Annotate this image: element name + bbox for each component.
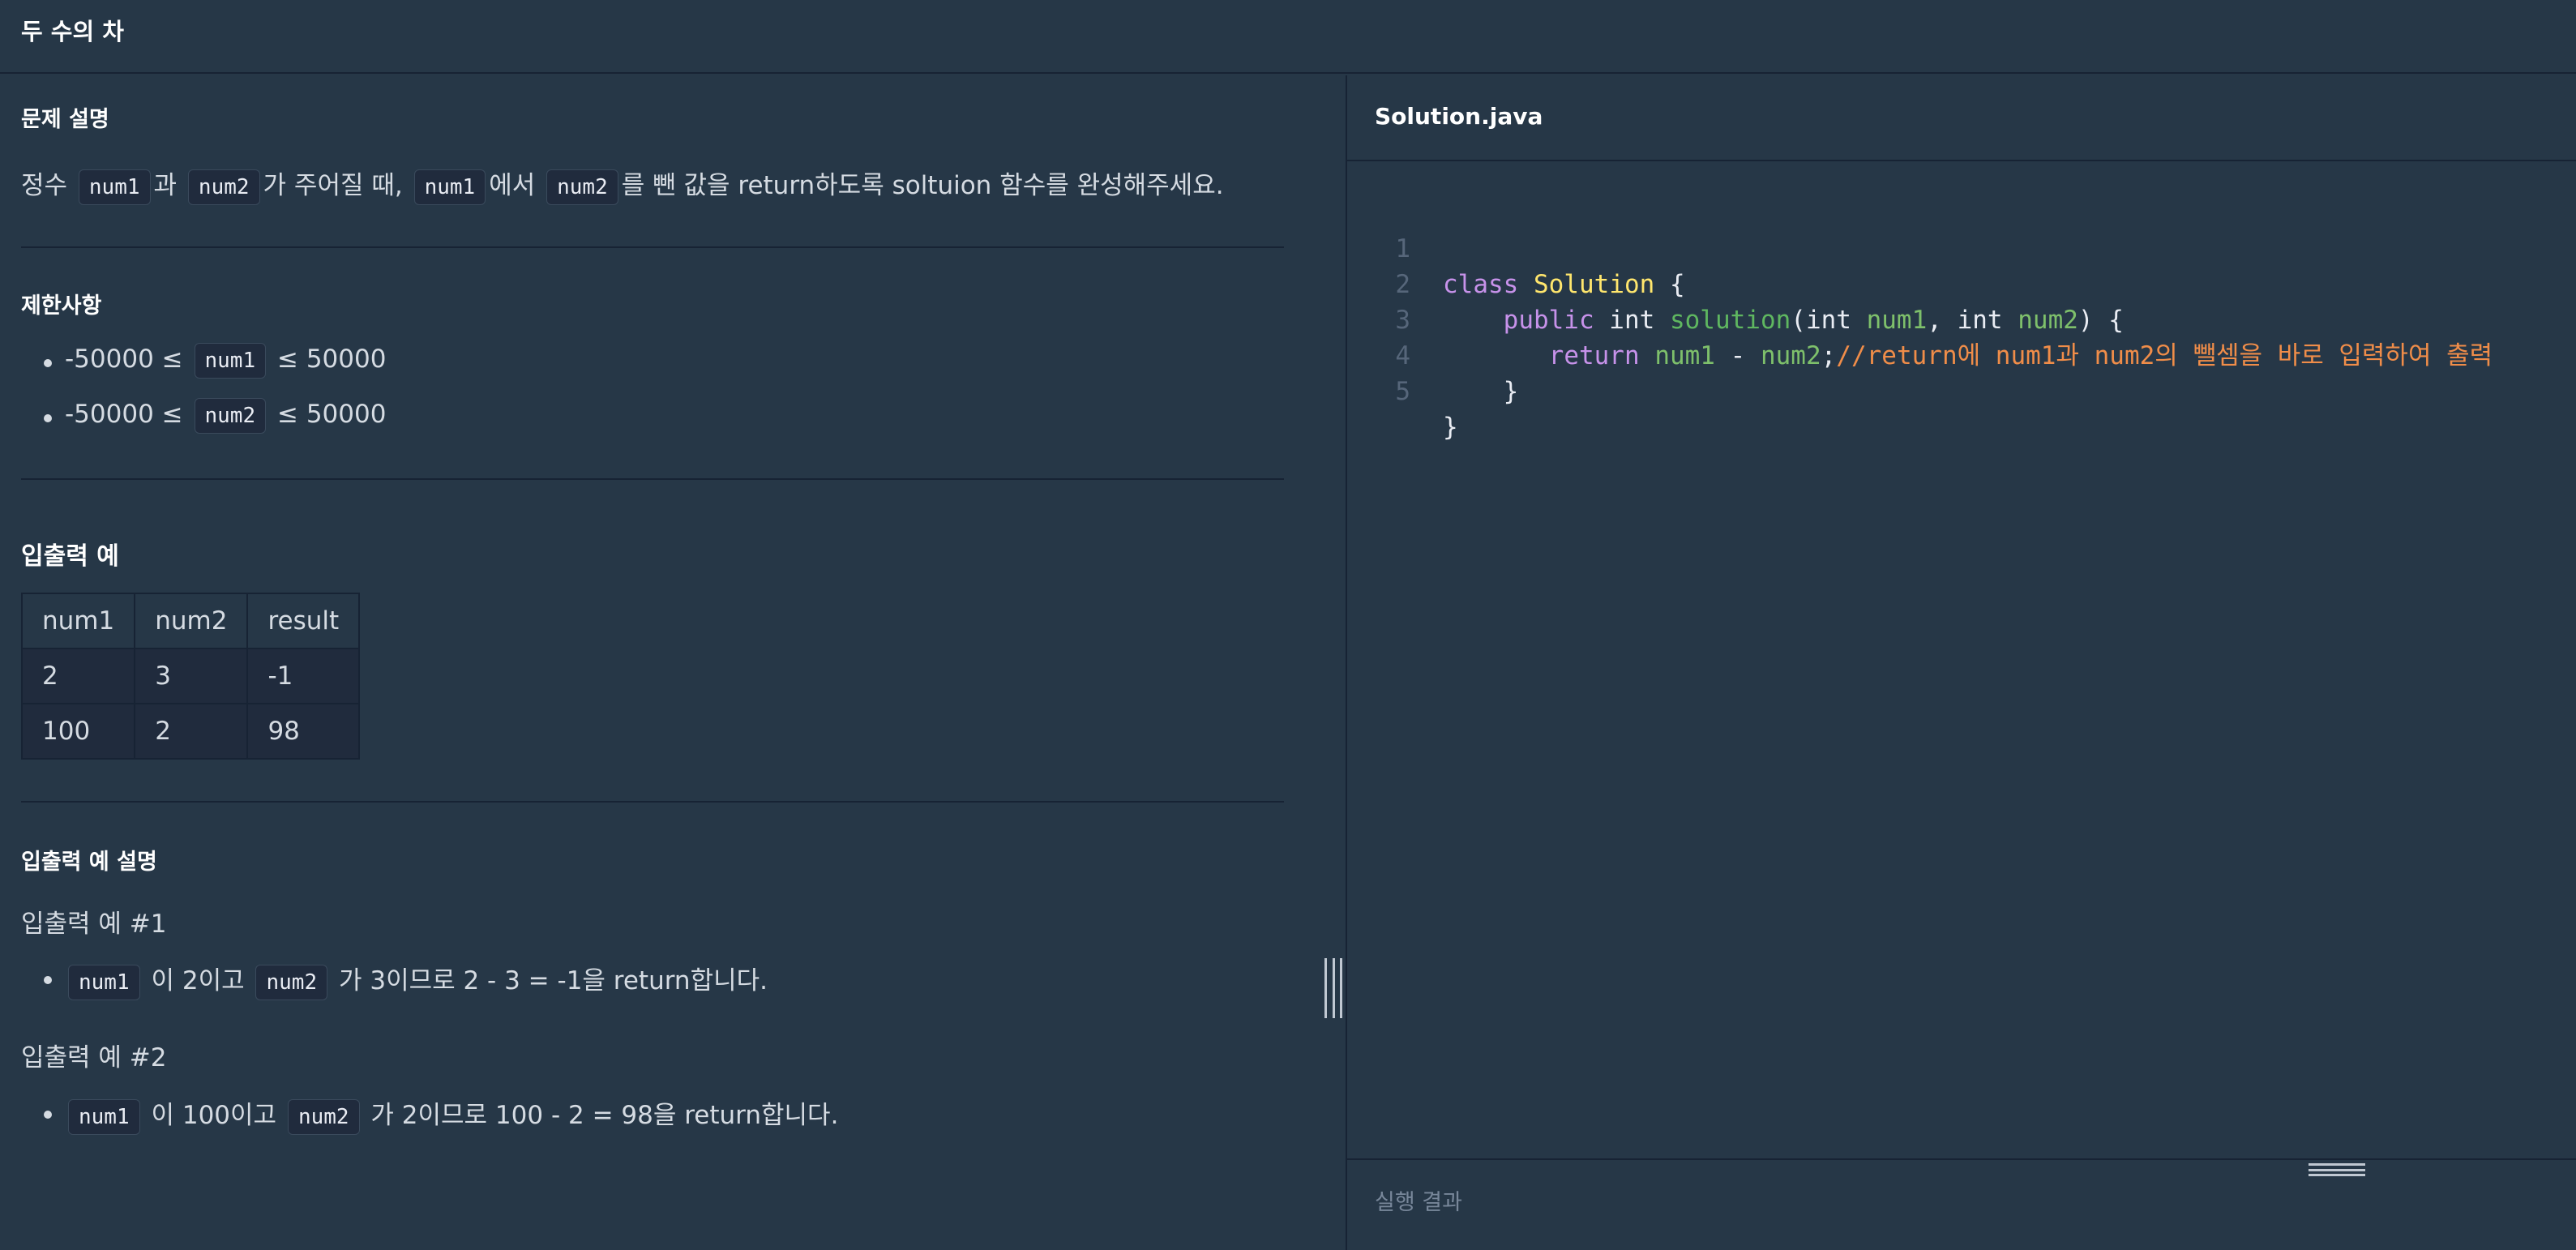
- code-line: 5 }: [1347, 338, 1457, 442]
- variable-token: num2: [1760, 341, 1821, 370]
- table-row: 2 3 -1: [20, 648, 361, 704]
- table-cell: 2: [20, 648, 136, 704]
- code-line: 2 public int solution(int num1, int num2…: [1347, 231, 2124, 335]
- divider: [21, 478, 1284, 480]
- comment-token: //return에 num1과 num2의 뺄셈을 바로 입력하여 출력: [1836, 341, 2493, 370]
- description-text: 정수 num1 과 num2 가 주어질 때, num1 에서 num2 를 뺀 값을 …: [21, 165, 1224, 205]
- io-heading: 입출력 예: [21, 542, 119, 571]
- description-heading: 문제 설명: [21, 107, 109, 132]
- text-token: {: [1654, 270, 1685, 299]
- inline-code: num2: [287, 1099, 360, 1135]
- variable-token: num2: [2018, 306, 2078, 335]
- divider: [21, 246, 1284, 248]
- code-line: 3 return num1 - num2;//return에 num1과 num…: [1347, 267, 2493, 370]
- inline-code: num1: [194, 343, 267, 379]
- keyword-token: class: [1443, 270, 1519, 299]
- indent-token: [1443, 341, 1549, 370]
- inline-code: num2: [255, 965, 328, 1000]
- constraints-heading: 제한사항: [21, 293, 102, 319]
- example-title: 입출력 예 #1: [21, 910, 167, 939]
- indent-token: [1443, 306, 1504, 335]
- panel-resize-handle[interactable]: [1324, 958, 1342, 1018]
- inline-code: num2: [546, 169, 618, 205]
- resize-grip-line: [2309, 1163, 2365, 1166]
- code-line: 1 class Solution {: [1347, 195, 1684, 299]
- code-content: class Solution {: [1443, 267, 1685, 302]
- text-token: ;: [1821, 341, 1837, 370]
- code-content: return num1 - num2;//return에 num1과 num2의…: [1443, 338, 2493, 374]
- io-desc-heading: 입출력 예 설명: [21, 850, 157, 875]
- table-header-cell: num1: [20, 593, 136, 649]
- inline-code: num2: [194, 398, 267, 434]
- text-token: int: [1594, 306, 1670, 335]
- inline-code: num2: [187, 169, 260, 205]
- example-title: 입출력 예 #2: [21, 1043, 167, 1072]
- resize-grip-line: [1332, 958, 1335, 1018]
- class-token: Solution: [1534, 270, 1655, 299]
- constraint-item: -50000 ≤ num1 ≤ 50000: [43, 343, 387, 379]
- divider: [21, 801, 1284, 803]
- table-row: 100 2 98: [20, 703, 361, 760]
- io-table: num1 num2 result 2 3 -1 100 2 98: [20, 593, 361, 760]
- example-text: 가 3이므로 2 - 3 = -1을 return합니다.: [338, 966, 768, 995]
- operator-token: -: [1714, 341, 1761, 370]
- table-cell: 2: [134, 703, 249, 760]
- table-cell: 98: [246, 703, 361, 760]
- keyword-token: public: [1503, 306, 1594, 335]
- code-content: }: [1443, 413, 1458, 442]
- file-name[interactable]: Solution.java: [1375, 103, 1543, 130]
- result-panel: 실행 결과: [1347, 1158, 2576, 1250]
- constraint-text: -50000 ≤: [65, 400, 183, 429]
- text-token: , int: [1927, 306, 2018, 335]
- text-token: ) {: [2077, 306, 2124, 335]
- example-item: num1 이 2이고 num2 가 3이므로 2 - 3 = -1을 retur…: [44, 960, 768, 1000]
- problem-title: 두 수의 차: [21, 18, 124, 45]
- function-token: solution: [1669, 306, 1791, 335]
- table-cell: 3: [134, 648, 249, 704]
- inline-code: num1: [78, 169, 151, 205]
- table-header-cell: result: [246, 593, 361, 649]
- example-text: 이 100이고: [151, 1101, 277, 1130]
- resize-grip-line: [2309, 1174, 2365, 1176]
- constraint-text: -50000 ≤: [65, 345, 183, 374]
- resize-grip-line: [1340, 958, 1342, 1018]
- constraint-text: ≤ 50000: [276, 400, 387, 429]
- code-content: }: [1443, 377, 1519, 406]
- table-header-cell: num2: [134, 593, 249, 649]
- example-item: num1 이 100이고 num2 가 2이므로 100 - 2 = 98을 r…: [43, 1094, 839, 1135]
- resize-grip-line: [1324, 958, 1327, 1018]
- line-number: 5: [1395, 377, 1410, 406]
- table-cell: 100: [20, 703, 136, 760]
- example-text: 가 2이므로 100 - 2 = 98을 return합니다.: [370, 1101, 839, 1130]
- constraint-item: -50000 ≤ num2 ≤ 50000: [43, 398, 387, 434]
- editor-panel: Solution.java 1 class Solution { 2 publi…: [1346, 75, 2576, 1250]
- desc-text-3: 가 주어질 때,: [263, 171, 403, 200]
- example-text: 이 2이고: [151, 966, 245, 995]
- desc-text-4: 에서: [489, 171, 536, 200]
- top-bar: 두 수의 차: [0, 0, 2576, 74]
- constraint-text: ≤ 50000: [276, 345, 387, 374]
- inline-code: num1: [413, 169, 486, 205]
- code-line: 4 }: [1347, 302, 1518, 406]
- desc-text-1: 정수: [21, 171, 68, 200]
- inline-code: num1: [68, 965, 140, 1000]
- file-tab-header: Solution.java: [1347, 75, 2576, 161]
- inline-code: num1: [68, 1099, 140, 1135]
- desc-text-2: 과: [153, 171, 178, 200]
- text-token: (int: [1791, 306, 1867, 335]
- variable-token: num1: [1654, 341, 1715, 370]
- table-header-row: num1 num2 result: [20, 593, 361, 649]
- variable-token: num1: [1866, 306, 1928, 335]
- resize-grip-line: [2309, 1168, 2365, 1171]
- desc-text-5: 를 뺀 값을 return하도록 soltuion 함수를 완성해주세요.: [621, 171, 1224, 200]
- result-label: 실행 결과: [1375, 1190, 1462, 1215]
- problem-panel[interactable]: 문제 설명 정수 num1 과 num2 가 주어질 때, num1 에서 num2 를…: [0, 75, 1346, 1250]
- keyword-token: return: [1548, 341, 1640, 370]
- table-cell: -1: [246, 648, 361, 704]
- code-content: public int solution(int num1, int num2) …: [1443, 302, 2124, 338]
- result-resize-handle[interactable]: [2309, 1163, 2365, 1176]
